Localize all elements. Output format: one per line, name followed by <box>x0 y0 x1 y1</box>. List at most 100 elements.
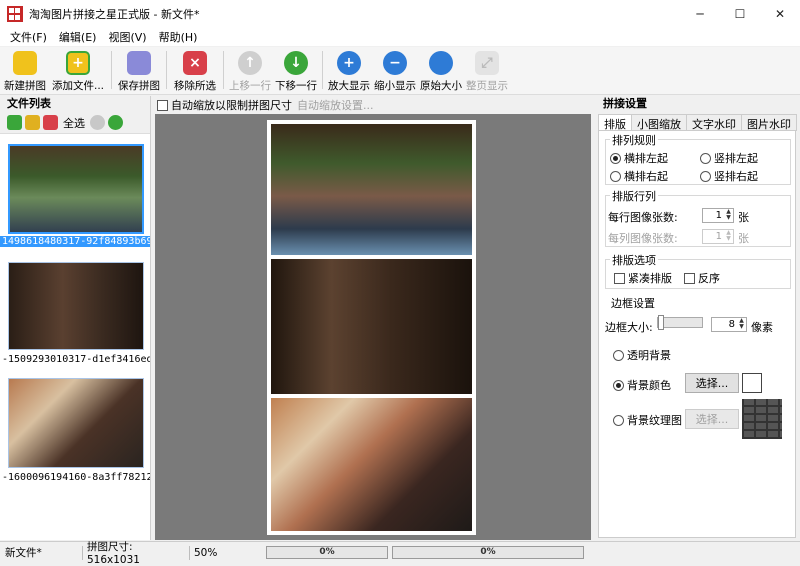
per-row-spinner[interactable]: 1 ▲ ▼ <box>702 208 734 223</box>
menu-bar: 文件(F) 编辑(E) 视图(V) 帮助(H) <box>0 28 800 46</box>
radio-transparent-bg[interactable]: 透明背景 <box>613 347 671 363</box>
layout-options-title: 排版选项 <box>610 252 658 268</box>
margin-size-slider[interactable] <box>657 315 703 330</box>
file-list-item[interactable]: -1509293010317-d1ef3416ed6 <box>0 354 150 365</box>
window-title: 淘淘图片拼接之星正式版 - 新文件* <box>29 8 200 21</box>
spinner-arrows-icon[interactable]: ▲ ▼ <box>724 209 733 222</box>
toolbar-divider <box>322 51 323 89</box>
status-divider <box>189 545 190 560</box>
zoom-out-label: 缩小显示 <box>374 80 416 92</box>
auto-zoom-bar: 自动缩放以限制拼图尺寸 自动缩放设置... <box>155 96 591 114</box>
margin-group: 边框设置 边框大小: 8 ▲ ▼ 像素 透明背景 背景颜色 选择... 背景纹理图 … <box>605 295 791 531</box>
radio-bg-texture[interactable]: 背景纹理图 <box>613 412 682 428</box>
toolbar-divider <box>166 51 167 89</box>
slider-handle[interactable] <box>658 315 664 330</box>
add-folder-icon[interactable] <box>25 115 40 130</box>
remove-image-icon[interactable] <box>43 115 58 130</box>
move-down-button[interactable]: ↓ 下移一行 <box>273 47 319 93</box>
choose-bg-texture-button[interactable]: 选择... <box>685 409 739 429</box>
brick-texture-icon <box>742 399 782 439</box>
save-puzzle-label: 保存拼图 <box>118 80 160 92</box>
reverse-order-checkbox[interactable]: 反序 <box>684 270 720 286</box>
status-file: 新文件* <box>5 547 42 559</box>
collage-photo <box>271 259 472 394</box>
thumbnail-image[interactable] <box>8 144 144 234</box>
app-logo-icon <box>7 6 23 22</box>
compact-layout-checkbox[interactable]: 紧凑排版 <box>614 270 672 286</box>
status-zoom: 50% <box>194 546 218 559</box>
new-puzzle-label: 新建拼图 <box>4 80 46 92</box>
move-up-icon: ↑ <box>238 51 262 75</box>
toolbar-divider <box>223 51 224 89</box>
move-up-label: 上移一行 <box>229 80 271 92</box>
original-size-button[interactable]: 原始大小 <box>418 47 464 93</box>
move-down-icon: ↓ <box>284 51 308 75</box>
file-list-title: 文件列表 <box>0 96 150 112</box>
zoom-in-button[interactable]: + 放大显示 <box>326 47 372 93</box>
fit-page-button[interactable]: ⤢ 整页显示 <box>464 47 510 93</box>
remove-selected-label: 移除所选 <box>174 80 216 92</box>
select-all-button[interactable]: 全选 <box>61 115 87 131</box>
original-size-icon <box>429 51 453 75</box>
spinner-arrows-icon[interactable]: ▲ ▼ <box>737 318 746 331</box>
remove-selected-button[interactable]: × 移除所选 <box>170 47 220 93</box>
radio-horizontal-left[interactable]: 横排左起 <box>610 150 668 166</box>
file-list-panel: 文件列表 全选 1498618480317-92f84893b69e -1509… <box>0 96 151 540</box>
tab-layout[interactable]: 排版 <box>598 114 632 131</box>
per-col-unit: 张 <box>738 232 749 245</box>
add-file-label: 添加文件... <box>51 80 104 92</box>
menu-edit[interactable]: 编辑(E) <box>53 29 103 45</box>
tab-thumbnail-scale[interactable]: 小图缩放 <box>631 114 687 131</box>
close-button[interactable]: ✕ <box>760 0 800 28</box>
thumbnail-image[interactable] <box>8 378 144 468</box>
per-row-label: 每行图像张数: <box>608 211 678 224</box>
progress-bar-2: 0% <box>392 546 584 559</box>
move-up-small-icon[interactable] <box>90 115 105 130</box>
choose-bg-color-button[interactable]: 选择... <box>685 373 739 393</box>
settings-tabs: 排版 小图缩放 文字水印 图片水印 <box>598 114 797 131</box>
radio-vertical-right[interactable]: 竖排右起 <box>700 168 758 184</box>
arrange-rule-group: 排列规则 横排左起 竖排左起 横排右起 竖排右起 <box>605 132 791 185</box>
menu-file[interactable]: 文件(F) <box>4 29 53 45</box>
settings-title: 拼接设置 <box>596 96 800 112</box>
zoom-in-label: 放大显示 <box>328 80 370 92</box>
new-puzzle-button[interactable]: 新建拼图 <box>2 47 48 93</box>
file-list-item[interactable]: 1498618480317-92f84893b69e <box>0 236 150 247</box>
status-divider <box>82 545 83 560</box>
bg-color-swatch[interactable] <box>742 373 762 393</box>
zoom-out-button[interactable]: − 缩小显示 <box>372 47 418 93</box>
radio-bg-color[interactable]: 背景颜色 <box>613 377 671 393</box>
move-down-small-icon[interactable] <box>108 115 123 130</box>
spinner-arrows-icon[interactable]: ▲ ▼ <box>724 230 733 243</box>
menu-view[interactable]: 视图(V) <box>102 29 152 45</box>
fit-page-icon: ⤢ <box>475 51 499 75</box>
move-up-button[interactable]: ↑ 上移一行 <box>227 47 273 93</box>
thumbnail-image[interactable] <box>8 262 144 350</box>
per-col-spinner[interactable]: 1 ▲ ▼ <box>702 229 734 244</box>
collage-sheet <box>267 120 476 535</box>
tab-text-watermark[interactable]: 文字水印 <box>686 114 742 131</box>
new-puzzle-icon <box>13 51 37 75</box>
zoom-in-icon: + <box>337 51 361 75</box>
minimize-button[interactable]: ─ <box>680 0 720 28</box>
margin-size-spinner[interactable]: 8 ▲ ▼ <box>711 317 747 332</box>
auto-zoom-settings-link[interactable]: 自动缩放设置... <box>297 97 374 113</box>
menu-help[interactable]: 帮助(H) <box>153 29 204 45</box>
tab-image-watermark[interactable]: 图片水印 <box>741 114 797 131</box>
per-row-unit: 张 <box>738 211 749 224</box>
file-list-item[interactable]: -1600096194160-8a3ff78212d <box>0 472 150 483</box>
original-size-label: 原始大小 <box>420 80 462 92</box>
auto-zoom-checkbox[interactable] <box>157 99 168 111</box>
radio-vertical-left[interactable]: 竖排左起 <box>700 150 758 166</box>
layout-options-group: 排版选项 紧凑排版 反序 <box>605 252 791 289</box>
rows-cols-title: 排版行列 <box>610 188 658 204</box>
add-image-icon[interactable] <box>7 115 22 130</box>
file-list-toolbar: 全选 <box>0 112 150 134</box>
maximize-button[interactable]: ☐ <box>720 0 760 28</box>
add-file-button[interactable]: + 添加文件... <box>48 47 108 93</box>
move-down-label: 下移一行 <box>275 80 317 92</box>
radio-horizontal-right[interactable]: 横排右起 <box>610 168 668 184</box>
margin-size-label: 边框大小: <box>605 321 653 334</box>
right-splitter[interactable] <box>591 96 595 540</box>
save-puzzle-button[interactable]: 保存拼图 <box>115 47 163 93</box>
